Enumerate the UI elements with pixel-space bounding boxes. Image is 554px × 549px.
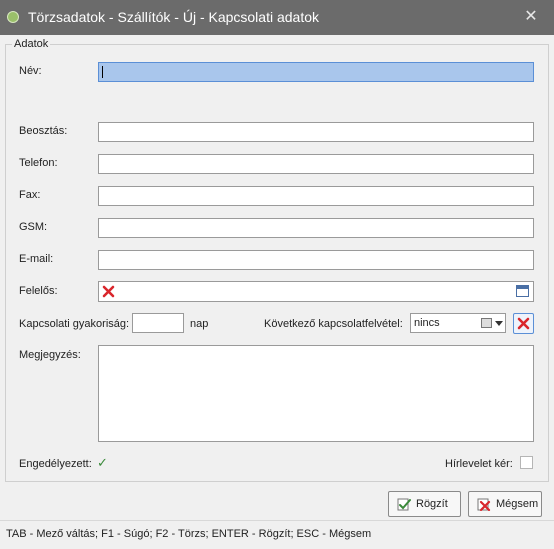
save-button-label: Rögzít	[416, 498, 448, 510]
close-icon[interactable]: ✕	[516, 4, 546, 30]
next-contact-date-select[interactable]: nincs	[410, 313, 506, 333]
window-title: Törzsadatok - Szállítók - Új - Kapcsolat…	[28, 9, 320, 25]
phone-label: Telefon:	[19, 157, 58, 169]
contact-frequency-input-text[interactable]	[133, 314, 183, 332]
fax-input[interactable]	[98, 186, 534, 206]
phone-input[interactable]	[98, 154, 534, 174]
save-check-icon	[397, 498, 411, 511]
lookup-icon[interactable]	[516, 285, 529, 297]
email-input-text[interactable]	[99, 251, 533, 269]
notes-textarea[interactable]	[98, 345, 534, 442]
gsm-label: GSM:	[19, 221, 48, 233]
email-label: E-mail:	[19, 253, 54, 265]
frequency-unit-label: nap	[190, 318, 209, 330]
clear-x-icon[interactable]	[102, 285, 115, 298]
position-input-text[interactable]	[99, 123, 533, 141]
next-contact-value: nincs	[414, 317, 440, 329]
fax-input-text[interactable]	[99, 187, 533, 205]
phone-input-text[interactable]	[99, 155, 533, 173]
name-input[interactable]	[98, 62, 534, 82]
text-caret	[102, 66, 103, 78]
app-icon	[7, 11, 19, 23]
clear-x-icon	[517, 317, 530, 330]
contact-frequency-input[interactable]	[132, 313, 184, 333]
cancel-button-label: Mégsem	[496, 498, 539, 510]
gsm-input[interactable]	[98, 218, 534, 238]
chevron-down-icon[interactable]	[495, 321, 503, 326]
enabled-checkbox[interactable]: ✓	[96, 456, 109, 469]
save-button[interactable]: Rögzít	[388, 491, 461, 517]
responsible-picker[interactable]	[98, 281, 534, 302]
email-input[interactable]	[98, 250, 534, 270]
newsletter-checkbox[interactable]	[520, 456, 533, 469]
cancel-button[interactable]: Mégsem	[468, 491, 542, 517]
next-contact-label: Következő kapcsolatfelvétel:	[264, 318, 403, 330]
responsible-label: Felelős:	[19, 285, 58, 297]
notes-label: Megjegyzés:	[19, 349, 81, 361]
contact-frequency-label: Kapcsolati gyakoriság:	[19, 318, 130, 330]
clear-date-button[interactable]	[513, 313, 534, 334]
status-bar: TAB - Mező váltás; F1 - Súgó; F2 - Törzs…	[0, 520, 554, 549]
calendar-icon	[481, 318, 492, 328]
cancel-x-icon	[477, 498, 491, 511]
fax-label: Fax:	[19, 189, 41, 201]
position-input[interactable]	[98, 122, 534, 142]
position-label: Beosztás:	[19, 125, 68, 137]
group-legend: Adatok	[12, 38, 51, 50]
gsm-input-text[interactable]	[99, 219, 533, 237]
newsletter-label: Hírlevelet kér:	[445, 458, 513, 470]
status-text: TAB - Mező váltás; F1 - Súgó; F2 - Törzs…	[6, 528, 372, 540]
title-bar: Törzsadatok - Szállítók - Új - Kapcsolat…	[0, 0, 554, 35]
name-label: Név:	[19, 65, 42, 77]
enabled-label: Engedélyezett:	[19, 458, 92, 470]
